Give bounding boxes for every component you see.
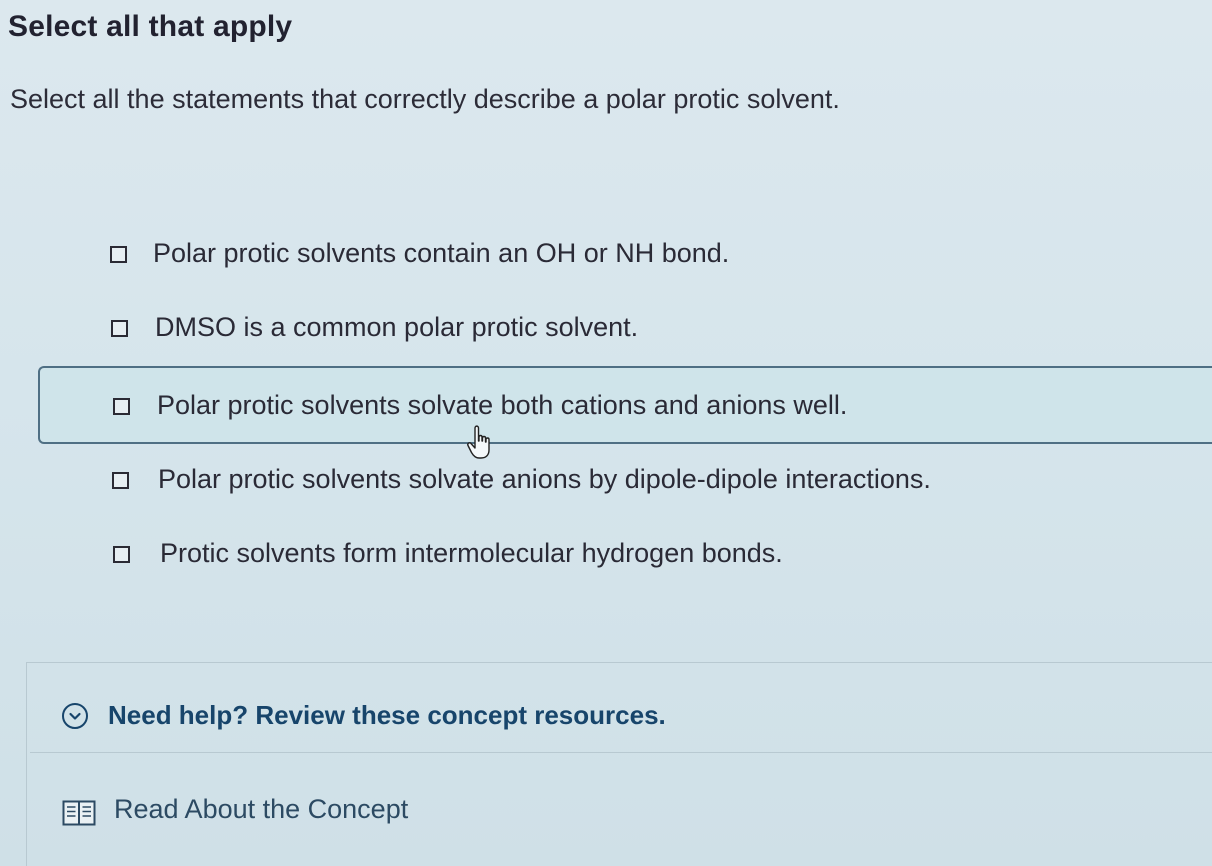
choice-option-3[interactable]: Polar protic solvents solvate both catio… [38,366,1212,444]
choice-label-3: Polar protic solvents solvate both catio… [157,390,848,420]
book-icon [62,800,96,826]
choice-checkbox-1[interactable] [110,246,127,263]
choice-label-4: Polar protic solvents solvate anions by … [158,464,931,494]
help-divider [30,752,1212,753]
read-about-concept-label: Read About the Concept [114,794,409,824]
need-help-toggle[interactable]: Need help? Review these concept resource… [60,700,720,734]
need-help-label: Need help? Review these concept resource… [108,700,666,730]
choice-checkbox-2[interactable] [111,320,128,337]
question-prompt: Select all the statements that correctly… [10,84,840,114]
choice-option-1[interactable]: Polar protic solvents contain an OH or N… [100,226,860,286]
choice-label-2: DMSO is a common polar protic solvent. [155,312,639,342]
help-section [26,662,1212,866]
choice-option-5[interactable]: Protic solvents form intermolecular hydr… [100,526,960,586]
choice-option-4[interactable]: Polar protic solvents solvate anions by … [100,452,1060,512]
choice-label-1: Polar protic solvents contain an OH or N… [153,238,730,268]
hand-pointer-cursor-icon [467,425,490,459]
question-type-heading: Select all that apply [8,10,293,43]
choice-option-2[interactable]: DMSO is a common polar protic solvent. [100,300,860,360]
choice-checkbox-5[interactable] [113,546,130,563]
read-about-concept-link[interactable]: Read About the Concept [62,794,462,830]
chevron-down-circle-icon [62,703,88,729]
choice-checkbox-3[interactable] [113,398,130,415]
choice-label-5: Protic solvents form intermolecular hydr… [160,538,783,568]
question-page: Select all that apply Select all the sta… [0,0,1212,866]
choice-checkbox-4[interactable] [112,472,129,489]
